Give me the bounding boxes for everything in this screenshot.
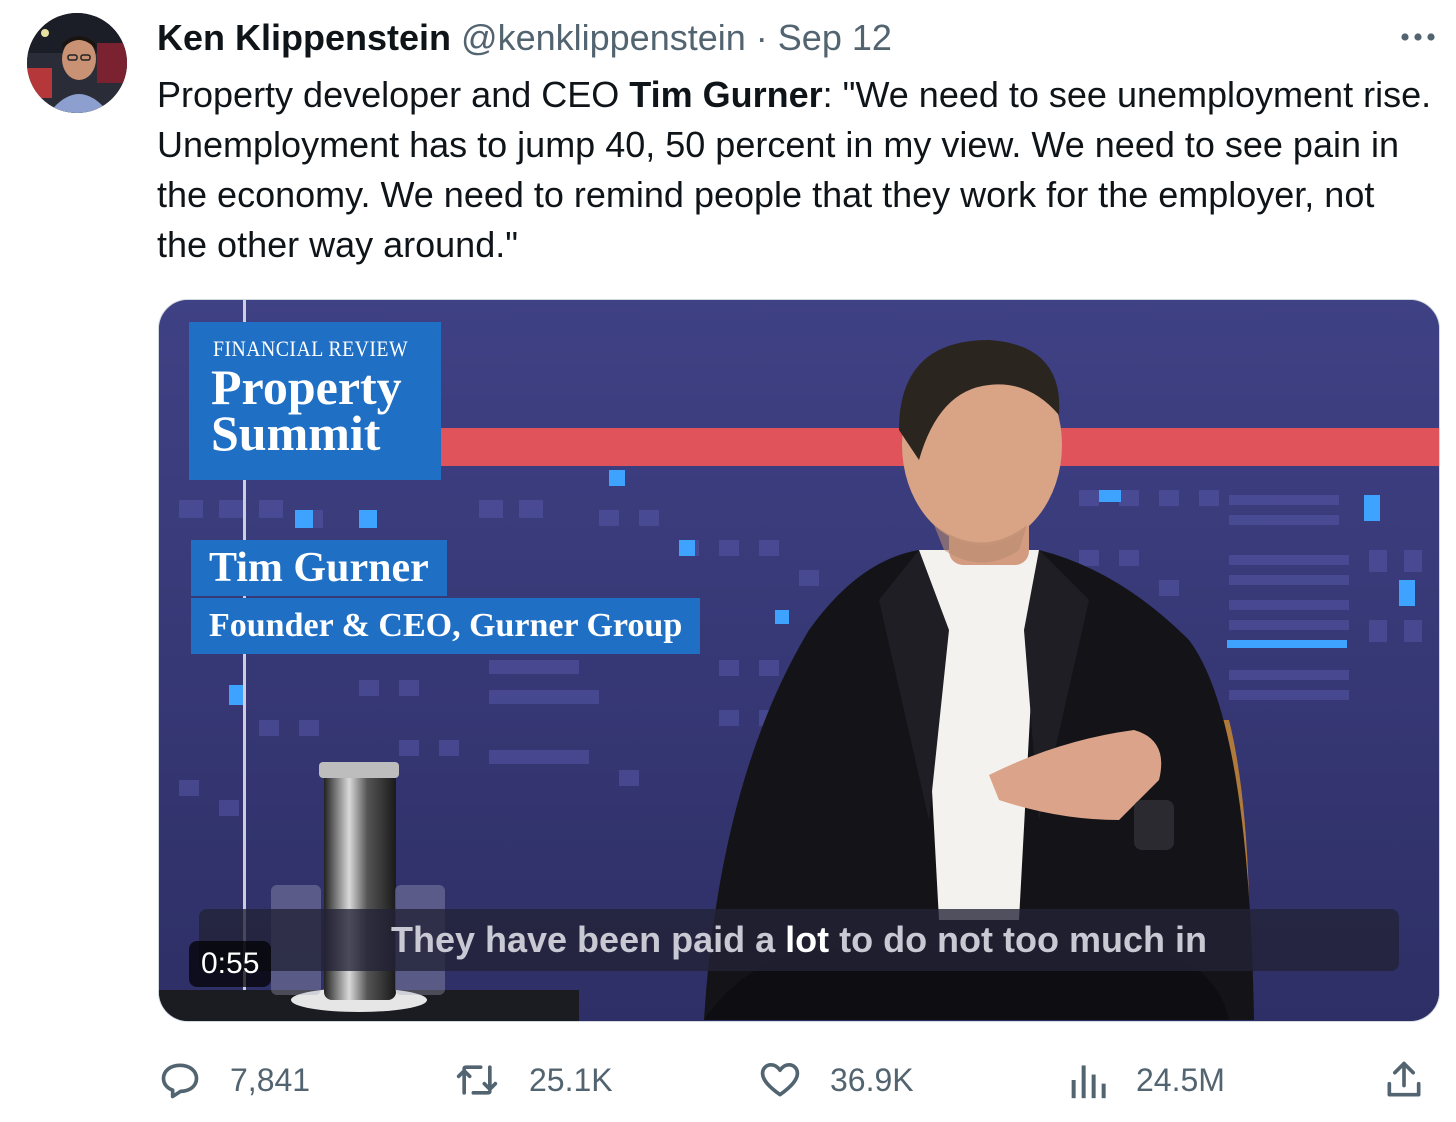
views-count: 24.5M xyxy=(1136,1061,1225,1098)
brand-title: Property Summit xyxy=(211,359,402,461)
tweet-date[interactable]: Sep 12 xyxy=(778,17,892,58)
brand-title-line2: Summit xyxy=(211,405,381,461)
tweet-text-part1: Property developer and CEO xyxy=(157,74,630,115)
retweet-button[interactable]: 25.1K xyxy=(453,1052,613,1108)
author-name[interactable]: Ken Klippenstein xyxy=(157,17,451,58)
reply-button[interactable]: 7,841 xyxy=(158,1052,310,1108)
like-button[interactable]: 36.9K xyxy=(758,1052,914,1108)
brand-title-line1: Property xyxy=(211,359,402,415)
retweet-count: 25.1K xyxy=(529,1061,613,1098)
video-caption: They have been paid a lot to do not too … xyxy=(199,909,1399,971)
video-player[interactable]: FINANCIAL REVIEW Property Summit Tim Gur… xyxy=(158,299,1440,1022)
caption-before: They have been paid a xyxy=(390,919,786,960)
share-button[interactable] xyxy=(1382,1052,1454,1108)
like-count: 36.9K xyxy=(830,1061,914,1098)
speaker-name: Tim Gurner xyxy=(191,540,447,596)
caption-after: to do not too much in xyxy=(829,919,1208,960)
more-horizontal-icon[interactable] xyxy=(1398,22,1438,52)
reply-bubble-icon xyxy=(158,1058,202,1102)
bar-chart-icon xyxy=(1068,1058,1108,1102)
tweet-text: Property developer and CEO Tim Gurner: "… xyxy=(157,70,1432,270)
tweet-header: Ken Klippenstein @kenklippenstein · Sep … xyxy=(157,16,1396,60)
tweet-text-bold-name: Tim Gurner xyxy=(629,74,823,115)
header-separator: · xyxy=(755,17,768,58)
reply-count: 7,841 xyxy=(230,1061,311,1098)
share-upload-icon xyxy=(1382,1058,1426,1102)
tweet-action-bar: 7,841 25.1K 36.9K 24.5M xyxy=(158,1052,1428,1108)
video-duration: 0:55 xyxy=(189,941,272,987)
caption-highlight: lot xyxy=(785,919,830,960)
author-handle[interactable]: @kenklippenstein xyxy=(461,17,746,58)
speaker-role: Founder & CEO, Gurner Group xyxy=(191,598,701,654)
heart-icon xyxy=(758,1058,802,1102)
brand-badge: FINANCIAL REVIEW Property Summit xyxy=(189,322,441,480)
retweet-icon xyxy=(453,1058,501,1102)
author-avatar[interactable] xyxy=(27,13,127,113)
views-button[interactable]: 24.5M xyxy=(1068,1052,1225,1108)
